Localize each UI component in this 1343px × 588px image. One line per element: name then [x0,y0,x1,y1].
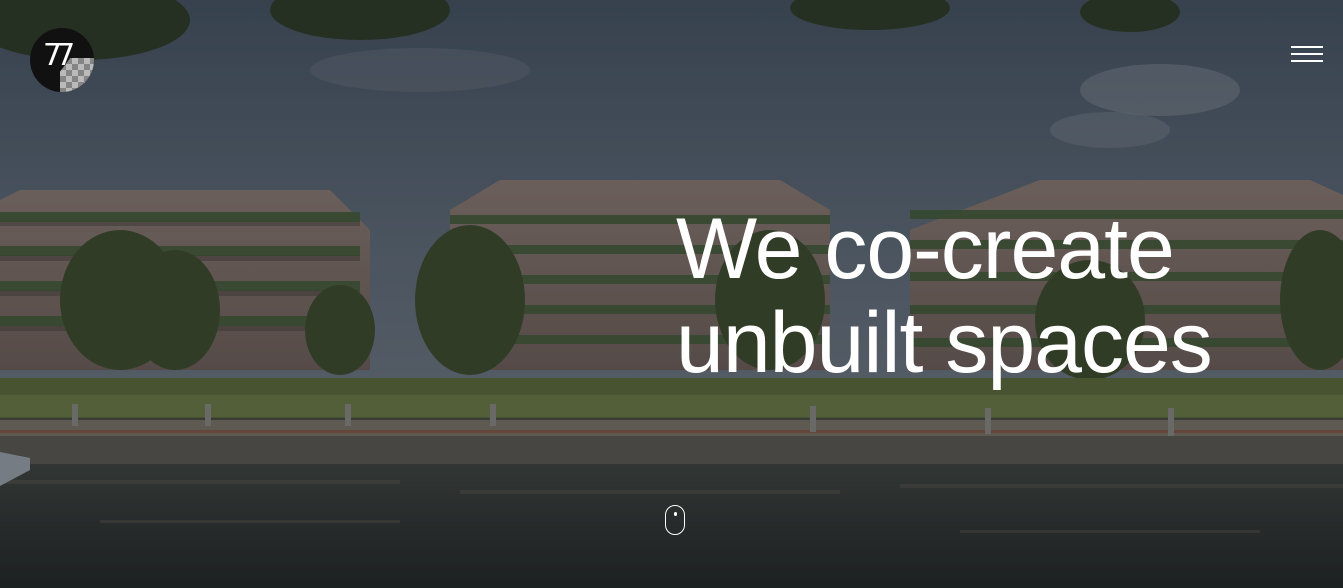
mouse-scroll-icon[interactable] [665,505,685,535]
logo-text: 77 [43,38,75,73]
hero-headline: We co-create unbuilt spaces [676,201,1213,391]
hamburger-menu-icon[interactable] [1291,44,1323,64]
menu-line-middle [1291,53,1323,55]
headline-line-2: unbuilt spaces [676,295,1213,391]
scroll-wheel-dot [673,512,677,516]
menu-line-top [1291,46,1323,48]
logo[interactable]: 77 [30,28,94,92]
menu-line-bottom [1291,60,1323,62]
headline-line-1: We co-create [676,201,1175,297]
hero-section: 77 We co-create unbuilt spaces [0,0,1343,588]
